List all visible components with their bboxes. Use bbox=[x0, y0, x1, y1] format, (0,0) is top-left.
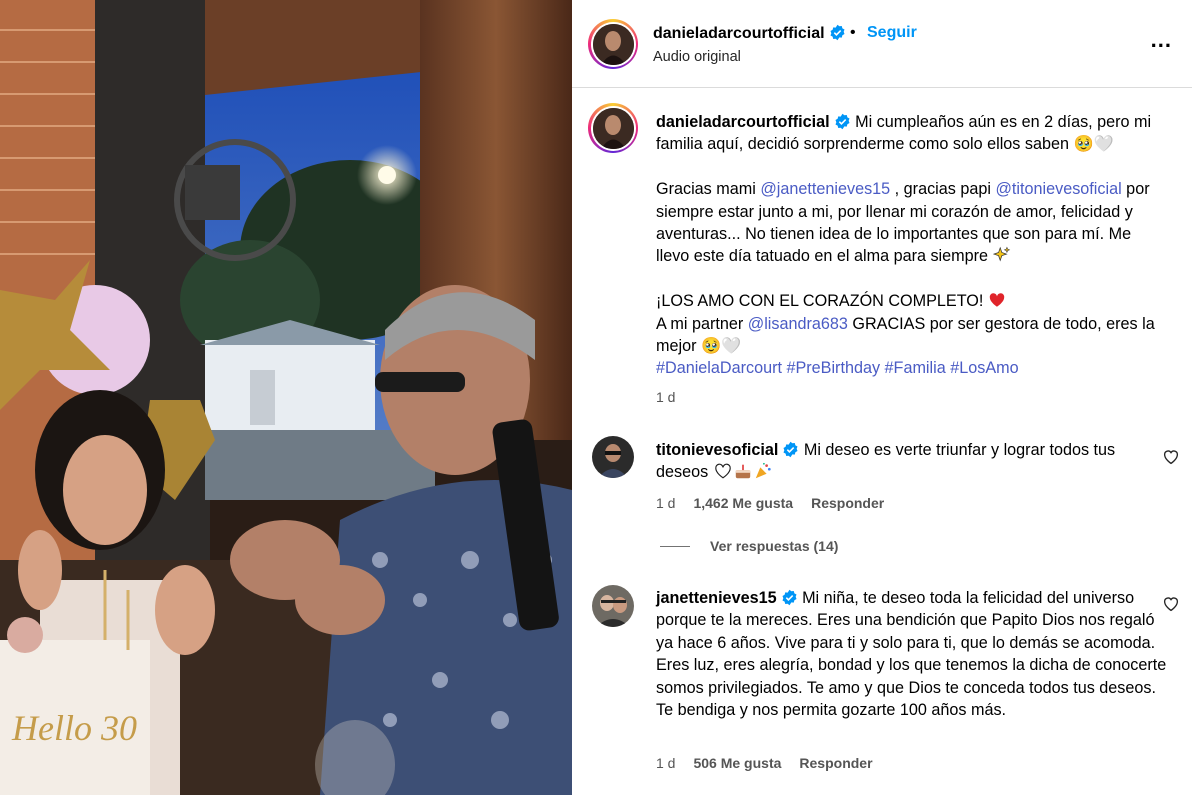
verified-badge-icon bbox=[783, 441, 798, 458]
commenter-avatar[interactable] bbox=[592, 585, 634, 627]
cake-icon bbox=[735, 465, 750, 479]
sparkles-icon bbox=[992, 247, 1010, 262]
commenter-avatar[interactable] bbox=[592, 436, 634, 478]
comment-time[interactable]: 1 d bbox=[656, 755, 675, 771]
verified-badge-icon bbox=[782, 589, 797, 606]
mention-janettenieves15[interactable]: @janettenieves15 bbox=[760, 180, 890, 198]
verified-badge-icon bbox=[830, 24, 845, 41]
commenter-username-text[interactable]: janettenieves15 bbox=[656, 589, 777, 607]
replies-divider bbox=[660, 545, 690, 547]
party-popper-icon bbox=[755, 463, 771, 479]
party-photo: Hello 30 bbox=[0, 0, 572, 795]
comment-body: Mi niña, te deseo toda la felicidad del … bbox=[656, 589, 1167, 720]
author-username[interactable]: danieladarcourtofficial bbox=[653, 24, 846, 43]
separator-dot: • bbox=[850, 24, 856, 41]
comment-meta: 1 d 506 Me gusta Responder bbox=[656, 755, 873, 771]
view-replies-button[interactable]: Ver respuestas (14) bbox=[660, 538, 838, 554]
comment-time[interactable]: 1 d bbox=[656, 495, 675, 511]
like-comment-heart-icon[interactable] bbox=[1162, 595, 1180, 613]
caption-paragraph-2: Gracias mami @janettenieves15 , gracias … bbox=[656, 178, 1168, 268]
follow-button[interactable]: Seguir bbox=[867, 24, 917, 42]
hashtag[interactable]: #Familia bbox=[885, 359, 946, 377]
comment-likes[interactable]: 506 Me gusta bbox=[693, 755, 781, 771]
hashtag[interactable]: #DanielaDarcourt bbox=[656, 359, 782, 377]
post-media[interactable]: Hello 30 bbox=[0, 0, 572, 795]
more-options-icon[interactable]: ... bbox=[1151, 29, 1172, 51]
mention-lisandra683[interactable]: @lisandra683 bbox=[748, 315, 848, 333]
post-panel: danieladarcourtofficial • Seguir Audio o… bbox=[572, 0, 1192, 795]
caption-username-text[interactable]: danieladarcourtofficial bbox=[656, 113, 830, 131]
commenter-username-text[interactable]: titonievesoficial bbox=[656, 441, 778, 459]
caption-avatar[interactable] bbox=[588, 103, 638, 153]
caption-username[interactable]: danieladarcourtofficial bbox=[656, 113, 851, 131]
like-comment-heart-icon[interactable] bbox=[1162, 448, 1180, 466]
commenter-username[interactable]: janettenieves15 bbox=[656, 589, 798, 607]
view-replies-label[interactable]: Ver respuestas (14) bbox=[710, 538, 838, 554]
author-avatar[interactable] bbox=[588, 19, 638, 69]
reply-button[interactable]: Responder bbox=[811, 495, 884, 511]
caption-paragraph-3: ¡LOS AMO CON EL CORAZÓN COMPLETO! A mi p… bbox=[656, 290, 1168, 380]
hashtag[interactable]: #PreBirthday bbox=[786, 359, 880, 377]
red-heart-icon bbox=[989, 293, 1005, 307]
caption-text: danieladarcourtofficial Mi cumpleaños aú… bbox=[656, 111, 1168, 380]
audio-original-link[interactable]: Audio original bbox=[653, 49, 741, 65]
caption-p3-a: ¡LOS AMO CON EL CORAZÓN COMPLETO! bbox=[656, 292, 988, 311]
post-header: danieladarcourtofficial • Seguir Audio o… bbox=[572, 0, 1192, 88]
author-username-text[interactable]: danieladarcourtofficial bbox=[653, 25, 825, 42]
cake-topper-text: Hello 30 bbox=[11, 708, 137, 748]
comment-likes[interactable]: 1,462 Me gusta bbox=[693, 495, 793, 511]
verified-badge-icon bbox=[835, 113, 850, 130]
caption-p2-a: Gracias mami bbox=[656, 180, 761, 199]
comment-meta: 1 d 1,462 Me gusta Responder bbox=[656, 495, 884, 511]
caption-p2-b: , gracias papi bbox=[890, 180, 996, 199]
reply-button[interactable]: Responder bbox=[799, 755, 872, 771]
mention-titonievesoficial[interactable]: @titonievesoficial bbox=[995, 180, 1121, 198]
white-heart-icon bbox=[714, 464, 731, 479]
caption-time[interactable]: 1 d bbox=[656, 389, 675, 405]
comment-text: titonievesoficial Mi deseo es verte triu… bbox=[656, 439, 1168, 484]
commenter-username[interactable]: titonievesoficial bbox=[656, 441, 799, 459]
caption-p3-b: A mi partner bbox=[656, 314, 748, 333]
hashtag[interactable]: #LosAmo bbox=[950, 359, 1018, 377]
comment-text: janettenieves15 Mi niña, te deseo toda l… bbox=[656, 587, 1168, 721]
